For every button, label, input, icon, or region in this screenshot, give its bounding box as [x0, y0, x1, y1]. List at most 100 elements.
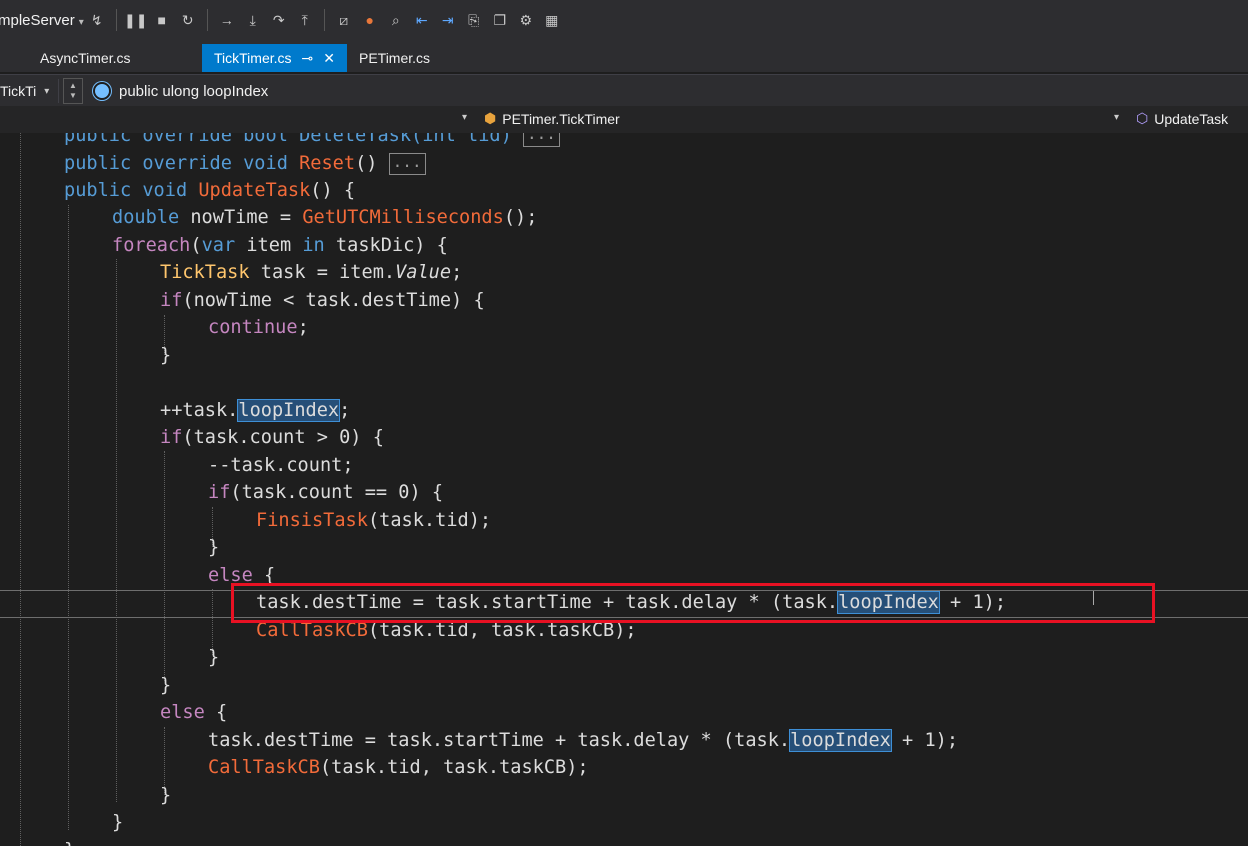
- code-token: public void: [64, 180, 188, 201]
- code-token: }: [208, 537, 220, 558]
- code-token: UpdateTask: [198, 180, 311, 201]
- chevron-down-icon[interactable]: ▾: [1114, 112, 1119, 123]
- tab-asynctimer[interactable]: AsyncTimer.cs: [28, 44, 202, 72]
- code-line: task.destTime = task.startTime + task.de…: [208, 727, 958, 755]
- code-token: if: [208, 482, 231, 503]
- code-token: (: [190, 235, 202, 256]
- startup-project-dropdown[interactable]: mpleServer ▾: [0, 12, 84, 29]
- document-tabs: AsyncTimer.cs TickTimer.cs ⊸ ✕ PETimer.c…: [0, 40, 1248, 72]
- code-token: public override bool DeleteTask(int tid): [64, 133, 512, 146]
- code-token: ;: [297, 317, 309, 338]
- step-into-icon[interactable]: ⤓: [242, 9, 264, 31]
- spin-buttons[interactable]: ▲ ▼: [63, 78, 83, 104]
- code-token: task.destTime = task.startTime + task.de…: [208, 730, 791, 751]
- code-token: public override void: [64, 153, 288, 174]
- method-label: UpdateTask: [1154, 110, 1229, 127]
- restart-icon[interactable]: ↻: [177, 9, 199, 31]
- chevron-down-icon: ▾: [44, 85, 50, 97]
- code-token: (nowTime < task.destTime) {: [182, 290, 485, 311]
- step-out-icon[interactable]: ⤒: [294, 9, 316, 31]
- code-line: }: [160, 782, 171, 810]
- code-token: continue: [208, 317, 298, 338]
- copy-icon[interactable]: ❐: [489, 9, 511, 31]
- code-token: () {: [310, 180, 356, 201]
- field-icon: [93, 82, 111, 100]
- tab-petimer[interactable]: PETimer.cs: [347, 44, 442, 72]
- code-token: in: [302, 235, 325, 256]
- code-line: --task.count;: [208, 452, 354, 480]
- reference-highlight: loopIndex: [237, 399, 341, 422]
- code-token: }: [160, 675, 172, 696]
- member-label: public ulong loopIndex: [119, 82, 269, 100]
- pin-icon[interactable]: ⊸: [302, 50, 314, 67]
- bookmark-icon[interactable]: ⎘: [463, 9, 485, 31]
- collapsed-region[interactable]: ...: [388, 152, 426, 175]
- pause-icon[interactable]: ❚❚: [124, 9, 147, 31]
- code-token: (): [355, 153, 389, 174]
- step-over-icon[interactable]: ↷: [268, 9, 290, 31]
- toolbar-separator: [115, 9, 117, 31]
- main-toolbar: mpleServer ▾ ↯ ❚❚ ■ ↻ → ⤓ ↷ ⤒ ⧄ ● ⌕ ⇤ ⇥ ⎘…: [0, 0, 1248, 41]
- collapsed-region[interactable]: ...: [522, 133, 560, 147]
- code-line: double nowTime = GetUTCMilliseconds();: [112, 204, 537, 232]
- code-token: else: [160, 702, 205, 723]
- startup-project-label: mpleServer: [0, 11, 75, 29]
- code-token: taskDic) {: [324, 235, 448, 256]
- code-line: continue;: [208, 314, 309, 342]
- tab-ticktimer[interactable]: TickTimer.cs ⊸ ✕: [202, 44, 347, 72]
- method-dropdown[interactable]: ⬡ UpdateTask: [1136, 110, 1228, 127]
- chevron-down-icon[interactable]: ▼: [69, 91, 77, 101]
- code-line: public override void Reset() ...: [64, 150, 426, 178]
- code-editor[interactable]: public override bool DeleteTask(int tid)…: [0, 133, 1248, 846]
- breakpoint-toggle-icon[interactable]: ⧄: [333, 9, 355, 31]
- code-token: if: [160, 427, 183, 448]
- type-dropdown[interactable]: TickTi ▾: [0, 79, 59, 103]
- annotation-highlight-box: [231, 583, 1155, 623]
- stop-icon[interactable]: ■: [151, 9, 173, 31]
- reference-highlight: loopIndex: [789, 729, 892, 752]
- chevron-down-icon: ▾: [78, 16, 84, 28]
- indent-guide: [116, 259, 117, 802]
- navigate-forward-icon[interactable]: ⇥: [437, 9, 459, 31]
- code-token: FinsisTask: [256, 510, 368, 531]
- code-token: CallTaskCB: [256, 620, 368, 641]
- code-token: {: [204, 702, 228, 723]
- code-token: task = item.: [249, 262, 396, 283]
- member-navigation-bar: TickTi ▾ ▲ ▼ public ulong loopIndex: [0, 74, 1248, 107]
- code-line: public void UpdateTask() {: [64, 177, 355, 205]
- chevron-up-icon[interactable]: ▲: [69, 81, 77, 91]
- code-token: }: [160, 785, 172, 806]
- class-dropdown[interactable]: ⬢ PETimer.TickTimer: [484, 110, 620, 127]
- code-token: --task.count;: [208, 455, 354, 476]
- find-icon[interactable]: ⌕: [385, 9, 407, 31]
- hot-reload-icon[interactable]: ↯: [86, 9, 108, 31]
- code-line: }: [160, 342, 171, 370]
- code-token: (task.count > 0) {: [182, 427, 384, 448]
- code-token: ();: [503, 207, 538, 228]
- code-line: else {: [160, 699, 227, 727]
- code-token: GetUTCMilliseconds: [302, 207, 504, 228]
- code-line: CallTaskCB(task.tid, task.taskCB);: [208, 754, 589, 782]
- code-token: Reset: [299, 153, 356, 174]
- code-token: TickTask: [160, 262, 250, 283]
- code-token: CallTaskCB: [208, 757, 320, 778]
- code-token: (task.tid, task.taskCB);: [319, 757, 589, 778]
- code-line: foreach(var item in taskDic) {: [112, 232, 448, 260]
- chevron-down-icon[interactable]: ▾: [462, 112, 467, 123]
- code-token: foreach: [112, 235, 191, 256]
- navigate-back-icon[interactable]: ⇤: [411, 9, 433, 31]
- code-token: Value: [395, 262, 452, 283]
- code-token: double: [112, 207, 180, 228]
- method-icon: ⬡: [1136, 110, 1149, 126]
- close-icon[interactable]: ✕: [323, 50, 335, 67]
- code-line: }: [208, 534, 219, 562]
- settings-icon[interactable]: ⚙: [515, 9, 537, 31]
- code-token: ;: [339, 400, 351, 421]
- show-next-statement-icon[interactable]: →: [216, 9, 238, 31]
- member-selector[interactable]: public ulong loopIndex: [93, 82, 268, 100]
- code-line: public override bool DeleteTask(int tid)…: [64, 133, 560, 150]
- diagnostic-icon[interactable]: ●: [359, 9, 381, 31]
- code-token: }: [112, 812, 124, 833]
- type-dropdown-label: TickTi: [0, 83, 37, 99]
- more-tools-icon[interactable]: ▦: [541, 9, 563, 31]
